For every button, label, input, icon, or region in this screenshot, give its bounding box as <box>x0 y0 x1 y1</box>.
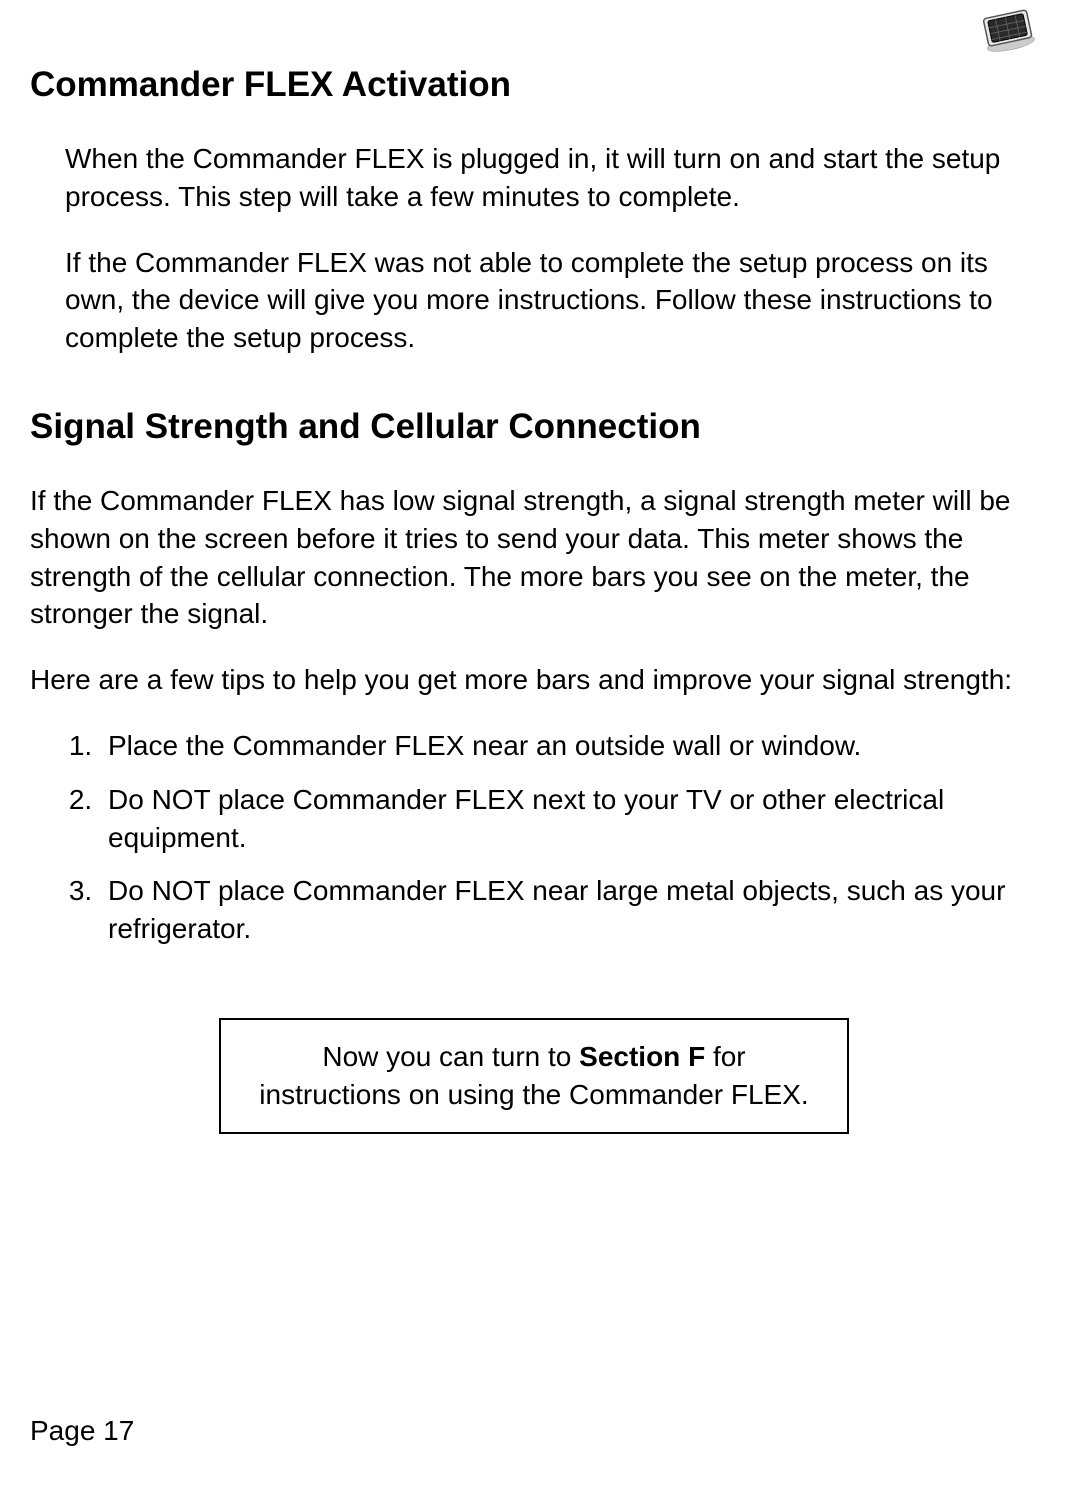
section-heading-signal: Signal Strength and Cellular Connection <box>30 407 1038 447</box>
list-item: Place the Commander FLEX near an outside… <box>100 727 1038 765</box>
section-heading-activation: Commander FLEX Activation <box>30 65 1038 105</box>
list-item: Do NOT place Commander FLEX near large m… <box>100 872 1038 948</box>
paragraph: Here are a few tips to help you get more… <box>30 661 1038 699</box>
tips-list: Place the Commander FLEX near an outside… <box>65 727 1038 948</box>
device-icon <box>978 8 1038 53</box>
paragraph: If the Commander FLEX was not able to co… <box>65 244 1038 357</box>
list-item: Do NOT place Commander FLEX next to your… <box>100 781 1038 857</box>
paragraph: When the Commander FLEX is plugged in, i… <box>65 140 1038 216</box>
callout-box: Now you can turn to Section F for instru… <box>219 1018 849 1134</box>
callout-text-pre: Now you can turn to <box>322 1041 579 1072</box>
callout-text-bold: Section F <box>579 1041 705 1072</box>
page-number: Page 17 <box>30 1415 134 1447</box>
paragraph: If the Commander FLEX has low signal str… <box>30 482 1038 633</box>
